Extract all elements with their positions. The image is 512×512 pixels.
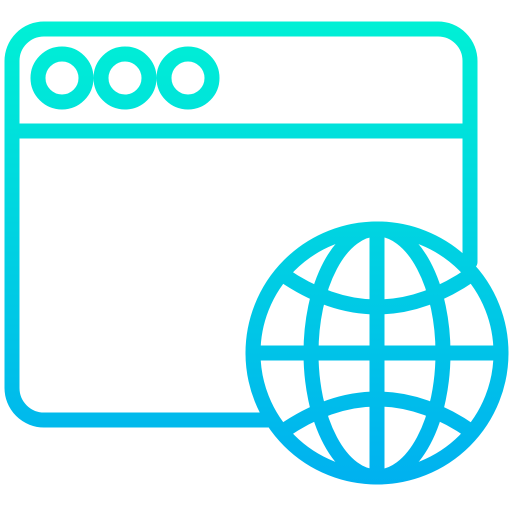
icon-canvas <box>0 0 512 512</box>
window-dot-1-icon <box>30 46 94 110</box>
window-dot-2-icon <box>93 46 157 110</box>
browser-window-with-globe-icon <box>4 21 509 485</box>
window-dot-3-icon <box>156 46 220 110</box>
globe-icon <box>245 221 509 485</box>
